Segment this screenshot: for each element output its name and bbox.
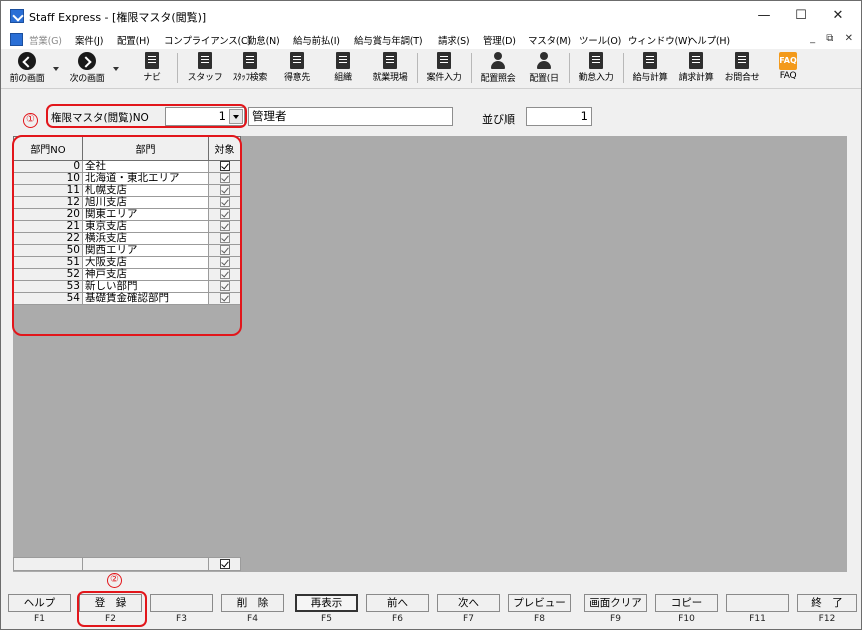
faq-button[interactable]: FAQ FAQ xyxy=(773,50,803,86)
attendance-entry-button[interactable]: 勤怠入力 xyxy=(573,50,619,86)
staff-icon xyxy=(198,52,212,69)
navi-button[interactable]: ナビ xyxy=(137,50,167,86)
job-entry-icon xyxy=(437,52,451,69)
highlight-frame-2 xyxy=(77,591,147,627)
exit-button[interactable]: 終 了 xyxy=(797,594,857,612)
organization-button[interactable]: 組織 xyxy=(325,50,361,86)
toolbar-separator xyxy=(623,53,624,83)
menu-assignment[interactable]: 配置(H) xyxy=(117,33,150,47)
job-entry-button[interactable]: 案件入力 xyxy=(421,50,467,86)
toolbar: 前の画面 次の画面 ナビ スタッフ ｽﾀｯﾌ検索 得意先 組織 就業現場 案件入… xyxy=(1,49,861,89)
previous-button[interactable]: 前へ xyxy=(366,594,429,612)
menu-attendance[interactable]: 勤怠(N) xyxy=(247,33,280,47)
menu-salary-bonus[interactable]: 給与賞与年調(T) xyxy=(354,33,423,47)
back-arrow-icon xyxy=(18,52,36,70)
fkey-label: F10 xyxy=(678,614,695,624)
sort-order-field[interactable]: 1 xyxy=(526,107,592,126)
menu-window[interactable]: ウィンドウ(W) xyxy=(628,33,691,47)
toolbar-separator xyxy=(471,53,472,83)
next-button[interactable]: 次へ xyxy=(437,594,500,612)
assignment-inquiry-button[interactable]: 配置照会 xyxy=(475,50,521,86)
inquiry-button[interactable]: お問合せ xyxy=(719,50,765,86)
fkey-label: F9 xyxy=(610,614,621,624)
menu-management[interactable]: 管理(D) xyxy=(483,33,516,47)
worksite-icon xyxy=(383,52,397,69)
assignment-daily-icon xyxy=(535,52,553,70)
forward-dropdown-icon[interactable] xyxy=(113,67,119,71)
menu-salary-advance[interactable]: 給与前払(I) xyxy=(293,33,340,47)
menu-jobs[interactable]: 案件(J) xyxy=(75,33,103,47)
toolbar-separator xyxy=(177,53,178,83)
delete-button[interactable]: 削 除 xyxy=(221,594,284,612)
permission-name-field[interactable]: 管理者 xyxy=(248,107,453,126)
fkey-label: F7 xyxy=(463,614,474,624)
fkey-label: F1 xyxy=(34,614,45,624)
customer-icon xyxy=(290,52,304,69)
menu-compliance[interactable]: コンプライアンス(C) xyxy=(164,33,251,47)
assignment-daily-button[interactable]: 配置(日 xyxy=(523,50,565,86)
window-title: Staff Express - [権限マスタ(閲覧)] xyxy=(29,11,207,24)
toolbar-separator xyxy=(417,53,418,83)
clear-screen-button[interactable]: 画面クリア xyxy=(584,594,647,612)
annotation-marker-1: ① xyxy=(23,113,38,128)
f3-button[interactable] xyxy=(150,594,213,612)
fkey-label: F12 xyxy=(818,614,836,624)
footer-no-cell xyxy=(13,557,83,571)
help-button[interactable]: ヘルプ xyxy=(8,594,71,612)
menu-billing[interactable]: 請求(S) xyxy=(438,33,470,47)
menu-sales[interactable]: 営業(G) xyxy=(29,33,62,47)
close-button[interactable]: ✕ xyxy=(816,5,860,27)
app-window: Staff Express - [権限マスタ(閲覧)] — ☐ ✕ 営業(G) … xyxy=(0,0,862,630)
menu-help[interactable]: ヘルプ(H) xyxy=(688,33,730,47)
mdi-doc-icon[interactable] xyxy=(10,33,23,46)
billing-calc-icon xyxy=(689,52,703,69)
highlight-frame-grid xyxy=(12,135,242,336)
menu-tools[interactable]: ツール(O) xyxy=(579,33,621,47)
faq-icon: FAQ xyxy=(779,52,797,70)
staff-search-icon xyxy=(243,52,257,69)
worksite-button[interactable]: 就業現場 xyxy=(367,50,413,86)
fkey-label: F11 xyxy=(749,614,766,624)
back-dropdown-icon[interactable] xyxy=(53,67,59,71)
menu-master[interactable]: マスタ(M) xyxy=(528,33,571,47)
f11-button[interactable] xyxy=(726,594,789,612)
forward-button[interactable]: 次の画面 xyxy=(63,50,111,86)
highlight-frame-1 xyxy=(46,104,247,128)
toolbar-separator xyxy=(569,53,570,83)
assignment-inquiry-icon xyxy=(489,52,507,70)
fkey-label: F3 xyxy=(176,614,187,624)
attendance-entry-icon xyxy=(589,52,603,69)
payroll-calc-icon xyxy=(643,52,657,69)
fkey-label: F6 xyxy=(392,614,403,624)
sort-order-label: 並び順 xyxy=(482,113,515,126)
menu-bar: 営業(G) 案件(J) 配置(H) コンプライアンス(C) 勤怠(N) 給与前払… xyxy=(1,31,861,49)
select-all-checkbox[interactable] xyxy=(219,558,230,569)
fkey-label: F8 xyxy=(534,614,545,624)
grid-footer xyxy=(13,557,241,571)
app-logo-icon xyxy=(10,9,24,23)
copy-button[interactable]: コピー xyxy=(655,594,718,612)
staff-search-button[interactable]: ｽﾀｯﾌ検索 xyxy=(227,50,273,86)
back-button[interactable]: 前の画面 xyxy=(5,50,49,86)
refresh-button[interactable]: 再表示 xyxy=(295,594,358,612)
navi-icon xyxy=(145,52,159,69)
payroll-calc-button[interactable]: 給与計算 xyxy=(627,50,673,86)
mdi-window-controls[interactable]: _ ⧉ ✕ xyxy=(810,33,857,44)
customer-button[interactable]: 得意先 xyxy=(277,50,317,86)
annotation-marker-2: ② xyxy=(107,573,122,588)
footer-name-cell xyxy=(82,557,209,571)
billing-calc-button[interactable]: 請求計算 xyxy=(673,50,719,86)
organization-icon xyxy=(336,52,350,69)
forward-arrow-icon xyxy=(78,52,96,70)
inquiry-icon xyxy=(735,52,749,69)
preview-button[interactable]: プレビュー xyxy=(508,594,571,612)
fkey-label: F5 xyxy=(321,614,332,624)
fkey-label: F4 xyxy=(247,614,258,624)
title-bar: Staff Express - [権限マスタ(閲覧)] — ☐ ✕ xyxy=(1,1,861,31)
staff-button[interactable]: スタッフ xyxy=(185,50,225,86)
